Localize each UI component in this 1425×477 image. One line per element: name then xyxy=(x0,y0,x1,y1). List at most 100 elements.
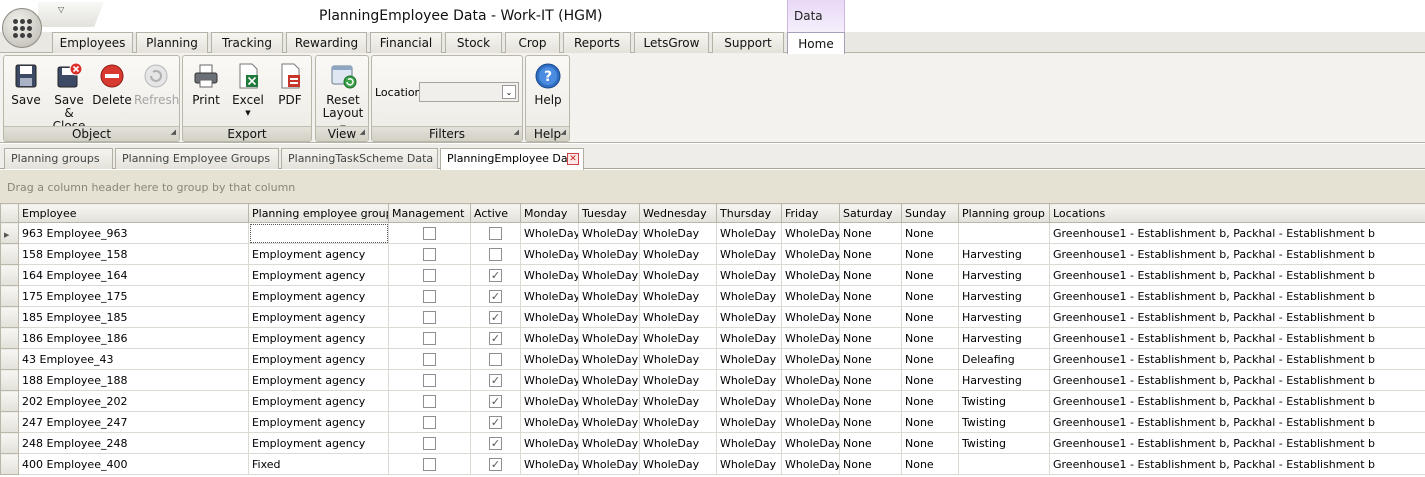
row-indicator[interactable] xyxy=(0,411,19,433)
cell-employee[interactable]: 186 Employee_186 xyxy=(18,327,249,349)
cell-employee[interactable]: 43 Employee_43 xyxy=(18,348,249,370)
cell-sunday[interactable]: None xyxy=(901,306,959,328)
table-row[interactable]: 186 Employee_186 Employment agency ✓ WholeD… xyxy=(0,327,1425,349)
close-icon[interactable]: ✕ xyxy=(567,153,579,165)
cell-wednesday[interactable]: WholeDay xyxy=(639,243,717,265)
active-checkbox[interactable]: ✓ xyxy=(489,373,502,387)
cell-sunday[interactable]: None xyxy=(901,369,959,391)
cell-sunday[interactable]: None xyxy=(901,327,959,349)
table-row[interactable]: 247 Employee_247 Employment agency ✓ WholeD… xyxy=(0,411,1425,433)
cell-thursday[interactable]: WholeDay xyxy=(716,390,782,412)
cell-employee[interactable]: 247 Employee_247 xyxy=(18,411,249,433)
table-row[interactable]: 43 Employee_43 Employment agency WholeDay W… xyxy=(0,348,1425,370)
view-dialog-launcher-icon[interactable]: ◢ xyxy=(360,125,365,140)
management-checkbox[interactable] xyxy=(423,394,436,408)
cell-locations[interactable]: Greenhouse1 - Establishment b, Packhal -… xyxy=(1049,453,1425,475)
management-checkbox[interactable] xyxy=(423,268,436,282)
table-row[interactable]: 248 Employee_248 Employment agency ✓ WholeD… xyxy=(0,432,1425,454)
cell-wednesday[interactable]: WholeDay xyxy=(639,306,717,328)
cell-sunday[interactable]: None xyxy=(901,411,959,433)
table-row[interactable]: 188 Employee_188 Employment agency ✓ WholeD… xyxy=(0,369,1425,391)
management-checkbox[interactable] xyxy=(423,289,436,303)
cell-saturday[interactable]: None xyxy=(839,243,902,265)
cell-tuesday[interactable]: WholeDay xyxy=(578,411,640,433)
cell-wednesday[interactable]: WholeDay xyxy=(639,348,717,370)
row-indicator[interactable] xyxy=(0,264,19,286)
cell-saturday[interactable]: None xyxy=(839,327,902,349)
cell-planning-group[interactable]: Twisting xyxy=(958,432,1050,454)
help-dialog-launcher-icon[interactable]: ◢ xyxy=(561,125,566,140)
cell-locations[interactable]: Greenhouse1 - Establishment b, Packhal -… xyxy=(1049,411,1425,433)
cell-monday[interactable]: WholeDay xyxy=(520,264,579,286)
column-header-wednesday[interactable]: Wednesday xyxy=(639,203,717,223)
cell-wednesday[interactable]: WholeDay xyxy=(639,222,717,244)
table-row[interactable]: ▶ 963 Employee_963 WholeDay WholeDay WholeDa… xyxy=(0,222,1425,244)
cell-tuesday[interactable]: WholeDay xyxy=(578,390,640,412)
cell-planning-group[interactable]: Harvesting xyxy=(958,327,1050,349)
cell-wednesday[interactable]: WholeDay xyxy=(639,390,717,412)
column-header-thursday[interactable]: Thursday xyxy=(716,203,782,223)
management-checkbox[interactable] xyxy=(423,331,436,345)
cell-thursday[interactable]: WholeDay xyxy=(716,243,782,265)
cell-sunday[interactable]: None xyxy=(901,243,959,265)
save-close-button[interactable]: Save & Close xyxy=(48,62,90,133)
cell-friday[interactable]: WholeDay xyxy=(781,285,840,307)
cell-sunday[interactable]: None xyxy=(901,390,959,412)
doc-tab-planning-groups[interactable]: Planning groups xyxy=(4,148,113,169)
cell-planning-group[interactable]: Twisting xyxy=(958,390,1050,412)
cell-sunday[interactable]: None xyxy=(901,264,959,286)
cell-saturday[interactable]: None xyxy=(839,306,902,328)
table-row[interactable]: 164 Employee_164 Employment agency ✓ WholeD… xyxy=(0,264,1425,286)
management-checkbox[interactable] xyxy=(423,436,436,450)
management-checkbox[interactable] xyxy=(423,352,436,366)
row-indicator[interactable] xyxy=(0,432,19,454)
cell-wednesday[interactable]: WholeDay xyxy=(639,411,717,433)
cell-planning-group[interactable]: Harvesting xyxy=(958,306,1050,328)
management-checkbox[interactable] xyxy=(423,247,436,261)
cell-monday[interactable]: WholeDay xyxy=(520,285,579,307)
cell-employee[interactable]: 248 Employee_248 xyxy=(18,432,249,454)
cell-locations[interactable]: Greenhouse1 - Establishment b, Packhal -… xyxy=(1049,348,1425,370)
cell-saturday[interactable]: None xyxy=(839,264,902,286)
cell-locations[interactable]: Greenhouse1 - Establishment b, Packhal -… xyxy=(1049,327,1425,349)
active-checkbox[interactable]: ✓ xyxy=(489,310,502,324)
chevron-down-icon[interactable]: ⌄ xyxy=(502,85,516,99)
cell-friday[interactable]: WholeDay xyxy=(781,411,840,433)
cell-employee[interactable]: 963 Employee_963 xyxy=(18,222,249,244)
cell-saturday[interactable]: None xyxy=(839,369,902,391)
cell-tuesday[interactable]: WholeDay xyxy=(578,327,640,349)
excel-button[interactable]: Excel ▼ xyxy=(229,62,267,120)
cell-thursday[interactable]: WholeDay xyxy=(716,222,782,244)
management-checkbox[interactable] xyxy=(423,373,436,387)
column-header-tuesday[interactable]: Tuesday xyxy=(578,203,640,223)
table-row[interactable]: 158 Employee_158 Employment agency WholeDa… xyxy=(0,243,1425,265)
excel-dropdown-icon[interactable]: ▼ xyxy=(229,107,267,120)
help-button[interactable]: ? Help xyxy=(529,62,567,107)
cell-thursday[interactable]: WholeDay xyxy=(716,411,782,433)
active-checkbox[interactable] xyxy=(489,352,502,366)
cell-friday[interactable]: WholeDay xyxy=(781,264,840,286)
cell-employee[interactable]: 185 Employee_185 xyxy=(18,306,249,328)
cell-monday[interactable]: WholeDay xyxy=(520,432,579,454)
group-by-panel[interactable]: Drag a column header here to group by th… xyxy=(0,170,1425,203)
doc-tab-planningtaskscheme-data[interactable]: PlanningTaskScheme Data xyxy=(281,148,438,169)
column-header-friday[interactable]: Friday xyxy=(781,203,840,223)
active-checkbox[interactable]: ✓ xyxy=(489,457,502,471)
tab-rewarding[interactable]: Rewarding xyxy=(286,32,367,53)
cell-saturday[interactable]: None xyxy=(839,390,902,412)
cell-planning-employee-group[interactable]: Employment agency xyxy=(248,327,389,349)
cell-thursday[interactable]: WholeDay xyxy=(716,369,782,391)
cell-wednesday[interactable]: WholeDay xyxy=(639,285,717,307)
column-header-locations[interactable]: Locations xyxy=(1049,203,1425,223)
cell-saturday[interactable]: None xyxy=(839,222,902,244)
cell-locations[interactable]: Greenhouse1 - Establishment b, Packhal -… xyxy=(1049,222,1425,244)
cell-planning-employee-group[interactable]: Employment agency xyxy=(248,348,389,370)
tab-stock[interactable]: Stock xyxy=(445,32,502,53)
cell-saturday[interactable]: None xyxy=(839,432,902,454)
cell-friday[interactable]: WholeDay xyxy=(781,306,840,328)
tab-crop[interactable]: Crop xyxy=(505,32,560,53)
table-row[interactable]: 202 Employee_202 Employment agency ✓ WholeD… xyxy=(0,390,1425,412)
cell-thursday[interactable]: WholeDay xyxy=(716,432,782,454)
cell-planning-group[interactable]: Harvesting xyxy=(958,264,1050,286)
cell-planning-employee-group[interactable]: Employment agency xyxy=(248,369,389,391)
